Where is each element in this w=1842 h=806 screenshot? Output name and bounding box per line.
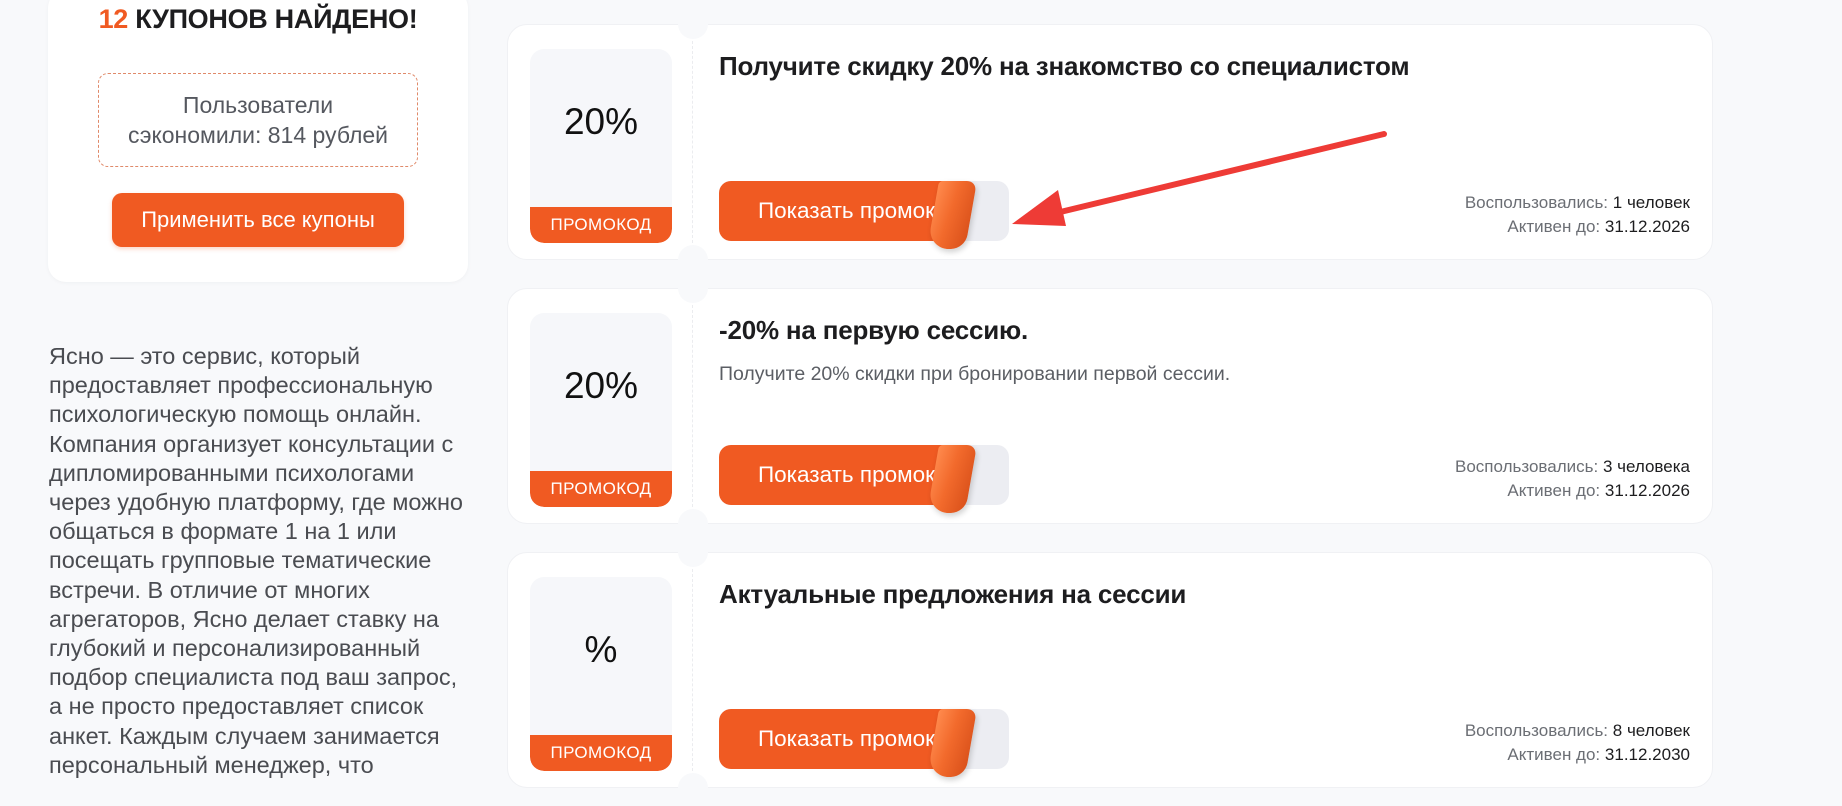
show-promo-code-label[interactable]: Показать промокод — [758, 709, 949, 769]
coupon-card: % ПРОМОКОД Актуальные предложения на сес… — [507, 537, 1713, 803]
used-label: Воспользовались: — [1464, 193, 1609, 212]
active-label: Активен до: — [1507, 217, 1601, 236]
active-label: Активен до: — [1507, 745, 1601, 764]
active-label: Активен до: — [1507, 481, 1601, 500]
coupon-summary-card: 12 КУПОНОВ НАЙДЕНО! Пользователи сэконом… — [48, 0, 468, 282]
discount-panel: 20% ПРОМОКОД — [530, 49, 672, 243]
show-promo-code-button[interactable]: Показать промокод — [719, 181, 1009, 249]
used-value: 1 человек — [1612, 193, 1690, 212]
discount-panel: % ПРОМОКОД — [530, 577, 672, 771]
coupons-count: 12 — [98, 4, 129, 34]
discount-value: % — [584, 629, 618, 670]
coupon-description: Получите 20% скидки при бронировании пер… — [719, 363, 1231, 385]
promo-code-tag: ПРОМОКОД — [530, 471, 672, 507]
coupon-card: 20% ПРОМОКОД -20% на первую сессию. Полу… — [507, 273, 1713, 539]
coupon-title[interactable]: Актуальные предложения на сессии — [719, 579, 1186, 610]
coupons-found-label: КУПОНОВ НАЙДЕНО! — [135, 4, 418, 34]
show-promo-code-label[interactable]: Показать промокод — [758, 445, 949, 505]
used-label: Воспользовались: — [1454, 457, 1599, 476]
active-until-value: 31.12.2026 — [1604, 481, 1690, 500]
show-promo-code-button[interactable]: Показать промокод — [719, 709, 1009, 777]
coupon-title[interactable]: Получите скидку 20% на знакомство со спе… — [719, 51, 1410, 82]
savings-box: Пользователи сэкономили: 814 рублей — [98, 73, 418, 167]
discount-panel: 20% ПРОМОКОД — [530, 313, 672, 507]
coupon-meta: Воспользовались: 1 человек Активен до: 3… — [1465, 191, 1690, 239]
show-promo-code-button[interactable]: Показать промокод — [719, 445, 1009, 513]
used-label: Воспользовались: — [1464, 721, 1609, 740]
coupon-card: 20% ПРОМОКОД Получите скидку 20% на знак… — [507, 9, 1713, 275]
coupon-meta: Воспользовались: 3 человека Активен до: … — [1455, 455, 1690, 503]
savings-line-2: сэкономили: 814 рублей — [127, 122, 389, 148]
coupons-found-heading: 12 КУПОНОВ НАЙДЕНО! — [48, 4, 468, 35]
used-value: 3 человека — [1602, 457, 1690, 476]
active-until-value: 31.12.2030 — [1604, 745, 1690, 764]
active-until-value: 31.12.2026 — [1604, 217, 1690, 236]
store-description: Ясно — это сервис, который предоставляет… — [49, 343, 463, 778]
discount-value: 20% — [563, 365, 639, 406]
savings-line-1: Пользователи — [182, 92, 334, 118]
coupon-meta: Воспользовались: 8 человек Активен до: 3… — [1465, 719, 1690, 767]
promo-code-tag: ПРОМОКОД — [530, 735, 672, 771]
show-promo-code-label[interactable]: Показать промокод — [758, 181, 949, 241]
apply-all-coupons-button[interactable]: Применить все купоны — [112, 193, 404, 247]
promo-code-tag: ПРОМОКОД — [530, 207, 672, 243]
coupon-title[interactable]: -20% на первую сессию. — [719, 315, 1028, 346]
discount-value: 20% — [563, 101, 639, 142]
used-value: 8 человек — [1612, 721, 1690, 740]
